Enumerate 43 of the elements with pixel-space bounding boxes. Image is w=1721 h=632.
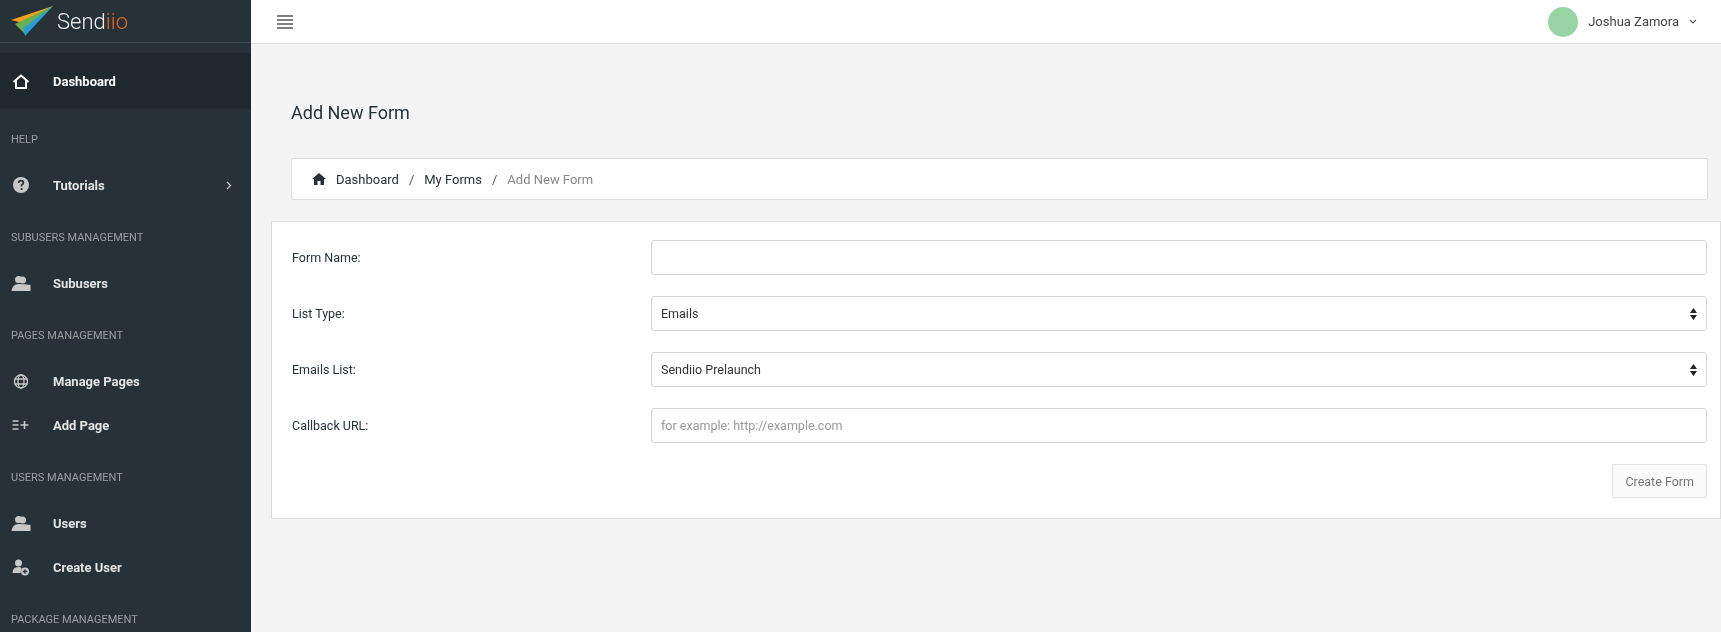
field-label: List Type: bbox=[292, 306, 346, 321]
home-icon bbox=[11, 73, 31, 89]
input-field[interactable]: for example: http://example.com bbox=[651, 408, 1707, 443]
section-heading: HELP bbox=[10, 132, 39, 148]
breadcrumb-link[interactable]: Dashboard bbox=[336, 171, 399, 187]
menu-icon[interactable] bbox=[277, 14, 293, 29]
field-label: Callback URL: bbox=[292, 418, 370, 433]
section-heading: SUBUSERS MANAGEMENT bbox=[10, 230, 145, 246]
user-add-icon bbox=[11, 558, 31, 576]
home-icon bbox=[312, 173, 326, 185]
logo-text: Sendiio bbox=[57, 8, 128, 34]
field-label: Form Name: bbox=[292, 250, 362, 265]
sidebar-item[interactable]: Dashboard bbox=[0, 53, 251, 109]
paper-plane-logo-icon bbox=[11, 6, 53, 36]
sidebar-item[interactable]: Add Page bbox=[0, 403, 251, 447]
breadcrumb-current: Add New Form bbox=[507, 171, 594, 187]
list-add-icon bbox=[11, 420, 31, 430]
select-field[interactable]: Emails bbox=[651, 296, 1707, 331]
breadcrumb-separator: / bbox=[408, 171, 415, 187]
updown-arrows-icon bbox=[1690, 307, 1697, 320]
sidebar-item[interactable]: Subusers bbox=[0, 261, 251, 305]
sidebar-item[interactable]: Tutorials bbox=[0, 163, 251, 207]
breadcrumb-separator: / bbox=[491, 171, 498, 187]
section-heading: USERS MANAGEMENT bbox=[10, 470, 124, 486]
help-icon bbox=[11, 177, 31, 193]
sidebar-item[interactable]: Users bbox=[0, 501, 251, 545]
caret-icon bbox=[1689, 19, 1697, 24]
users-icon bbox=[11, 275, 31, 291]
avatar bbox=[1548, 6, 1579, 37]
breadcrumb-link[interactable]: My Forms bbox=[424, 171, 482, 187]
section-heading: PAGES MANAGEMENT bbox=[10, 328, 125, 344]
select-field[interactable]: Sendiio Prelaunch bbox=[651, 352, 1707, 387]
create-form-button[interactable]: Create Form bbox=[1612, 464, 1707, 498]
section-heading: PACKAGE MANAGEMENT bbox=[10, 612, 139, 628]
user-menu[interactable]: Joshua Zamora bbox=[1548, 6, 1697, 37]
sidebar-item[interactable]: Create User bbox=[0, 545, 251, 589]
input-field[interactable] bbox=[651, 240, 1707, 275]
sidebar-item[interactable]: Manage Pages bbox=[0, 359, 251, 403]
updown-arrows-icon bbox=[1690, 363, 1697, 376]
field-label: Emails List: bbox=[292, 362, 357, 377]
page-title: Add New Form bbox=[291, 102, 411, 123]
globe-icon bbox=[11, 373, 31, 389]
users-icon bbox=[11, 515, 31, 531]
